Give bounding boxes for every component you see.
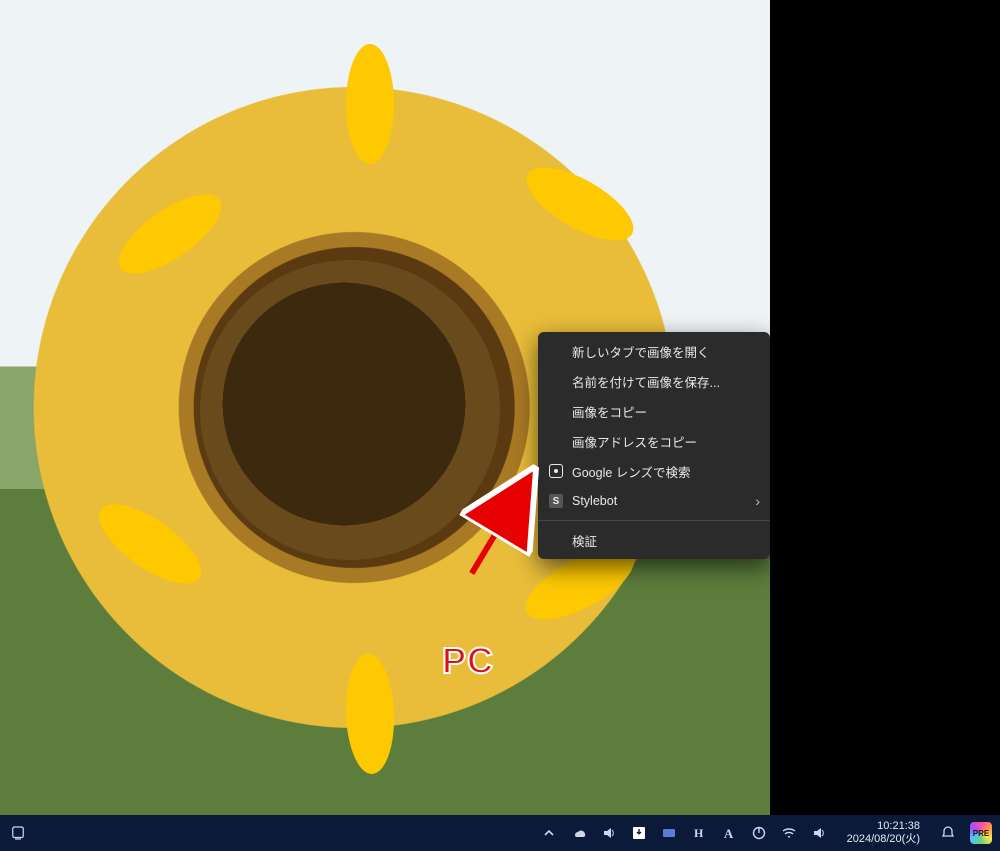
volume-icon[interactable] bbox=[601, 825, 617, 841]
letter-h-icon[interactable]: H bbox=[691, 825, 707, 841]
copilot-pre-icon[interactable]: PRE bbox=[970, 822, 992, 844]
notifications-icon[interactable] bbox=[940, 825, 956, 841]
menu-item-label: Stylebot bbox=[572, 494, 617, 508]
taskbar: H A 10:21:38 2024/08/20(火) PRE bbox=[0, 815, 1000, 851]
system-tray: H A 10:21:38 2024/08/20(火) PRE bbox=[533, 820, 1000, 845]
menu-open-image-new-tab[interactable]: 新しいタブで画像を開く bbox=[538, 336, 770, 366]
tray-overflow-icon[interactable] bbox=[541, 825, 557, 841]
menu-item-label: 新しいタブで画像を開く bbox=[572, 342, 710, 361]
menu-inspect[interactable]: 検証 bbox=[538, 525, 770, 555]
menu-copy-image[interactable]: 画像をコピー bbox=[538, 396, 770, 426]
menu-item-label: 画像アドレスをコピー bbox=[572, 432, 697, 451]
decorative-petal bbox=[344, 653, 396, 775]
taskbar-clock[interactable]: 10:21:38 2024/08/20(火) bbox=[841, 820, 926, 845]
google-lens-icon bbox=[548, 463, 564, 479]
power-icon[interactable] bbox=[751, 825, 767, 841]
menu-item-label: Google レンズで検索 bbox=[572, 462, 691, 481]
decorative-petal bbox=[516, 153, 644, 255]
tray-app-icon[interactable] bbox=[661, 825, 677, 841]
menu-item-label: 画像をコピー bbox=[572, 402, 647, 421]
menu-google-lens-search[interactable]: Google レンズで検索 bbox=[538, 456, 770, 486]
image-context-menu: 新しいタブで画像を開く 名前を付けて画像を保存... 画像をコピー 画像アドレス… bbox=[538, 332, 770, 559]
menu-save-image-as[interactable]: 名前を付けて画像を保存... bbox=[538, 366, 770, 396]
menu-stylebot[interactable]: S Stylebot › bbox=[538, 486, 770, 516]
clock-date: 2024/08/20(火) bbox=[847, 833, 920, 846]
menu-item-label: 検証 bbox=[572, 531, 597, 550]
decorative-petal bbox=[346, 44, 394, 164]
download-icon[interactable] bbox=[631, 825, 647, 841]
onedrive-icon[interactable] bbox=[571, 825, 587, 841]
chevron-right-icon: › bbox=[755, 493, 760, 509]
pre-label: PRE bbox=[973, 829, 989, 838]
volume-icon-2[interactable] bbox=[811, 825, 827, 841]
menu-separator bbox=[538, 520, 770, 521]
menu-copy-image-address[interactable]: 画像アドレスをコピー bbox=[538, 426, 770, 456]
wifi-icon[interactable] bbox=[781, 825, 797, 841]
menu-item-label: 名前を付けて画像を保存... bbox=[572, 372, 720, 391]
taskbar-app-icon[interactable] bbox=[6, 821, 30, 845]
annotation-label: PC bbox=[442, 640, 494, 682]
decorative-petal bbox=[87, 490, 213, 598]
clock-time: 10:21:38 bbox=[847, 820, 920, 833]
viewer-letterbox bbox=[770, 0, 1000, 815]
decorative-petal bbox=[107, 180, 233, 288]
annotation-arrow bbox=[433, 480, 563, 550]
letter-a-icon[interactable]: A bbox=[721, 825, 737, 841]
